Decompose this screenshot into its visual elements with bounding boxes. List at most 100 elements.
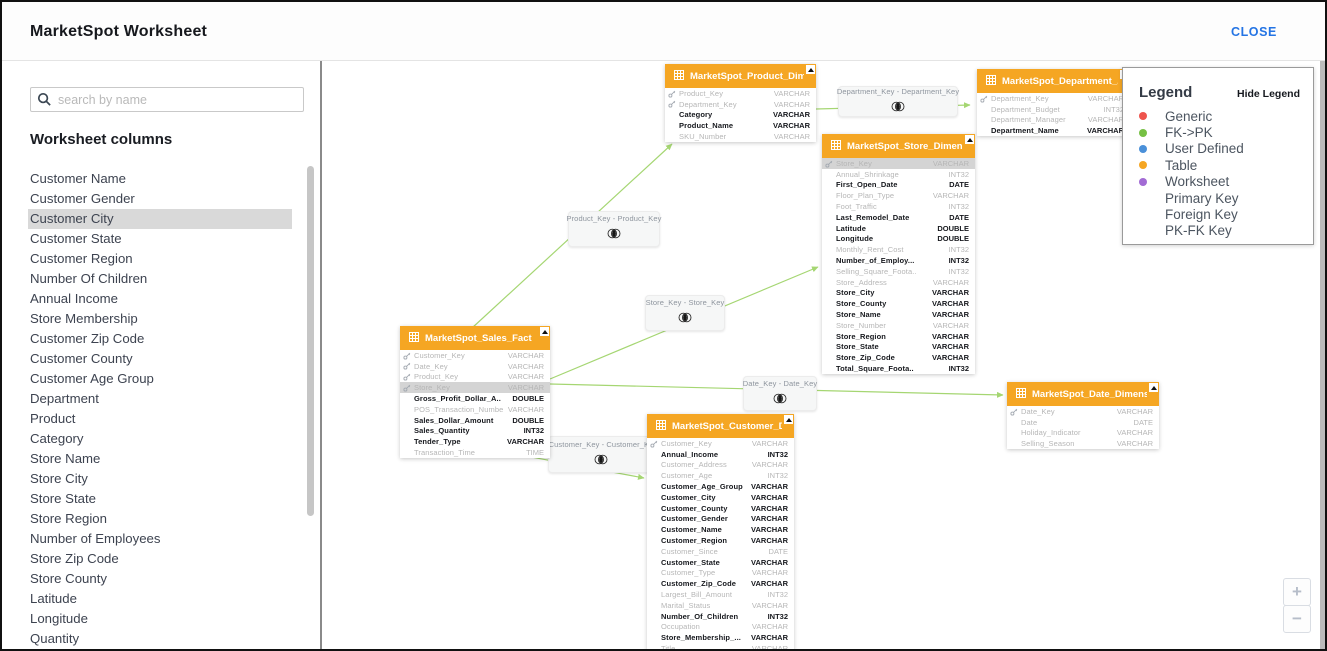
table-column-row[interactable]: Selling_SeasonVARCHAR: [1007, 438, 1159, 449]
table-header[interactable]: MarketSpot_Customer_Di...: [647, 414, 794, 438]
sidebar-item-customer-age-group[interactable]: Customer Age Group: [28, 369, 292, 389]
table-column-row[interactable]: Store_CountyVARCHAR: [822, 298, 975, 309]
table-column-row[interactable]: Store_NameVARCHAR: [822, 309, 975, 320]
table-column-row[interactable]: Annual_ShrinkageINT32: [822, 169, 975, 180]
schema-table-marketspot-department-[interactable]: MarketSpot_Department_...Department_KeyV…: [977, 69, 1130, 136]
table-column-row[interactable]: First_Open_DateDATE: [822, 180, 975, 191]
collapse-caret-icon[interactable]: [784, 415, 793, 424]
schema-canvas[interactable]: Department_Key - Department_Key Product_K…: [322, 61, 1325, 649]
table-column-row[interactable]: Customer_RegionVARCHAR: [647, 535, 794, 546]
table-column-row[interactable]: Store_Membership_...VARCHAR: [647, 632, 794, 643]
table-column-row[interactable]: Sales_Dollar_AmountDOUBLE: [400, 415, 550, 426]
table-column-row[interactable]: Product_KeyVARCHAR: [665, 88, 816, 99]
table-column-row[interactable]: Selling_Square_Foota..INT32: [822, 266, 975, 277]
table-column-row[interactable]: Monthly_Rent_CostINT32: [822, 244, 975, 255]
join-label[interactable]: Product_Key - Product_Key: [568, 211, 660, 247]
table-column-row[interactable]: Customer_StateVARCHAR: [647, 557, 794, 568]
table-column-row[interactable]: Number_Of_ChildrenINT32: [647, 611, 794, 622]
table-column-row[interactable]: Last_Remodel_DateDATE: [822, 212, 975, 223]
collapse-caret-icon[interactable]: [965, 135, 974, 144]
table-column-row[interactable]: Store_StateVARCHAR: [822, 342, 975, 353]
schema-table-marketspot-product-dim-[interactable]: MarketSpot_Product_Dim...Product_KeyVARC…: [665, 64, 816, 142]
schema-table-marketspot-date-dimens-[interactable]: MarketSpot_Date_Dimens...Date_KeyVARCHAR…: [1007, 382, 1159, 449]
sidebar-item-product[interactable]: Product: [28, 409, 292, 429]
sidebar-item-customer-gender[interactable]: Customer Gender: [28, 189, 292, 209]
table-column-row[interactable]: Customer_CityVARCHAR: [647, 492, 794, 503]
sidebar-item-store-membership[interactable]: Store Membership: [28, 309, 292, 329]
table-column-row[interactable]: Product_KeyVARCHAR: [400, 372, 550, 383]
table-header[interactable]: MarketSpot_Store_Dimen...: [822, 134, 975, 158]
canvas-scrollbar[interactable]: [1320, 61, 1325, 649]
table-column-row[interactable]: OccupationVARCHAR: [647, 622, 794, 633]
table-column-row[interactable]: Foot_TrafficINT32: [822, 201, 975, 212]
table-column-row[interactable]: Marital_StatusVARCHAR: [647, 600, 794, 611]
table-column-row[interactable]: Department_KeyVARCHAR: [977, 93, 1130, 104]
sidebar-item-annual-income[interactable]: Annual Income: [28, 289, 292, 309]
sidebar-item-department[interactable]: Department: [28, 389, 292, 409]
table-column-row[interactable]: Department_NameVARCHAR: [977, 125, 1130, 136]
sidebar-item-customer-name[interactable]: Customer Name: [28, 169, 292, 189]
table-column-row[interactable]: Annual_IncomeINT32: [647, 449, 794, 460]
table-column-row[interactable]: Customer_AgeINT32: [647, 470, 794, 481]
table-column-row[interactable]: DateDATE: [1007, 417, 1159, 428]
table-column-row[interactable]: Department_ManagerVARCHAR: [977, 115, 1130, 126]
sidebar-item-latitude[interactable]: Latitude: [28, 589, 292, 609]
table-column-row[interactable]: LatitudeDOUBLE: [822, 223, 975, 234]
table-column-row[interactable]: Customer_CountyVARCHAR: [647, 503, 794, 514]
table-column-row[interactable]: Store_CityVARCHAR: [822, 288, 975, 299]
table-column-row[interactable]: Store_Zip_CodeVARCHAR: [822, 352, 975, 363]
table-column-row[interactable]: Customer_TypeVARCHAR: [647, 568, 794, 579]
table-column-row[interactable]: Customer_NameVARCHAR: [647, 524, 794, 535]
table-column-row[interactable]: POS_Transaction_NumbeVARCHAR: [400, 404, 550, 415]
table-column-row[interactable]: Customer_Zip_CodeVARCHAR: [647, 578, 794, 589]
table-column-row[interactable]: Total_Square_Foota..INT32: [822, 363, 975, 374]
table-column-row[interactable]: Tender_TypeVARCHAR: [400, 436, 550, 447]
join-label[interactable]: Date_Key - Date_Key: [743, 376, 817, 411]
table-column-row[interactable]: Store_RegionVARCHAR: [822, 331, 975, 342]
collapse-caret-icon[interactable]: [806, 65, 815, 74]
table-column-row[interactable]: TitleVARCHAR: [647, 643, 794, 649]
table-column-row[interactable]: SKU_NumberVARCHAR: [665, 131, 816, 142]
table-header[interactable]: MarketSpot_Date_Dimens...: [1007, 382, 1159, 406]
join-label[interactable]: Store_Key - Store_Key: [645, 295, 725, 331]
close-button[interactable]: CLOSE: [1231, 25, 1277, 39]
sidebar-item-customer-state[interactable]: Customer State: [28, 229, 292, 249]
table-column-row[interactable]: Customer_KeyVARCHAR: [647, 438, 794, 449]
table-column-row[interactable]: Customer_KeyVARCHAR: [400, 350, 550, 361]
table-column-row[interactable]: Date_KeyVARCHAR: [1007, 406, 1159, 417]
table-column-row[interactable]: Transaction_TimeTIME: [400, 447, 550, 458]
sidebar-item-customer-city[interactable]: Customer City: [28, 209, 292, 229]
table-column-row[interactable]: Customer_AddressVARCHAR: [647, 460, 794, 471]
table-column-row[interactable]: Store_KeyVARCHAR: [822, 158, 975, 169]
table-column-row[interactable]: Holiday_IndicatorVARCHAR: [1007, 428, 1159, 439]
zoom-out-button[interactable]: −: [1283, 605, 1311, 633]
table-column-row[interactable]: Product_NameVARCHAR: [665, 120, 816, 131]
sidebar-item-customer-region[interactable]: Customer Region: [28, 249, 292, 269]
table-header[interactable]: MarketSpot_Department_...: [977, 69, 1130, 93]
table-header[interactable]: MarketSpot_Product_Dim...: [665, 64, 816, 88]
search-box[interactable]: [30, 87, 304, 112]
sidebar-item-longitude[interactable]: Longitude: [28, 609, 292, 629]
sidebar-item-store-region[interactable]: Store Region: [28, 509, 292, 529]
join-label[interactable]: Department_Key - Department_Key: [838, 86, 958, 117]
table-column-row[interactable]: Largest_Bill_AmountINT32: [647, 589, 794, 600]
hide-legend-button[interactable]: Hide Legend: [1237, 88, 1300, 100]
table-column-row[interactable]: Date_KeyVARCHAR: [400, 361, 550, 372]
schema-table-marketspot-customer-di-[interactable]: MarketSpot_Customer_Di...Customer_KeyVAR…: [647, 414, 794, 649]
sidebar-item-number-of-children[interactable]: Number Of Children: [28, 269, 292, 289]
table-column-row[interactable]: Customer_GenderVARCHAR: [647, 514, 794, 525]
table-column-row[interactable]: Store_AddressVARCHAR: [822, 277, 975, 288]
table-header[interactable]: MarketSpot_Sales_Fact: [400, 326, 550, 350]
table-column-row[interactable]: Gross_Profit_Dollar_A..DOUBLE: [400, 393, 550, 404]
zoom-in-button[interactable]: +: [1283, 578, 1311, 606]
table-column-row[interactable]: Customer_Age_GroupVARCHAR: [647, 481, 794, 492]
table-column-row[interactable]: Department_BudgetINT32: [977, 104, 1130, 115]
table-column-row[interactable]: Number_of_Employ...INT32: [822, 255, 975, 266]
schema-table-marketspot-store-dimen-[interactable]: MarketSpot_Store_Dimen...Store_KeyVARCHA…: [822, 134, 975, 374]
sidebar-item-store-county[interactable]: Store County: [28, 569, 292, 589]
sidebar-item-number-of-employees[interactable]: Number of Employees: [28, 529, 292, 549]
sidebar-item-customer-county[interactable]: Customer County: [28, 349, 292, 369]
collapse-caret-icon[interactable]: [540, 327, 549, 336]
sidebar-item-store-name[interactable]: Store Name: [28, 449, 292, 469]
table-column-row[interactable]: CategoryVARCHAR: [665, 110, 816, 121]
